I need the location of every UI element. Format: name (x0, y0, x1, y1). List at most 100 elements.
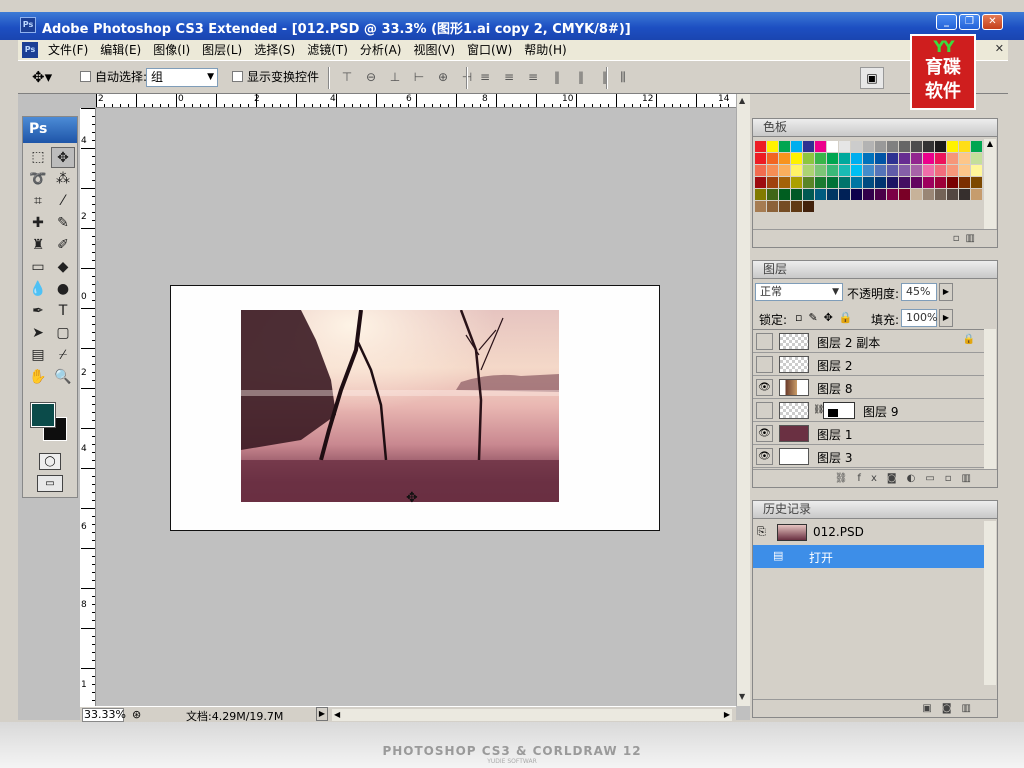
layer-visibility-toggle[interactable] (756, 402, 773, 419)
menu-analysis[interactable]: 分析(A) (354, 42, 408, 58)
color-swatch[interactable] (791, 177, 802, 188)
canvas-vertical-scrollbar[interactable]: ▲ ▼ (736, 94, 750, 706)
color-swatch[interactable] (803, 153, 814, 164)
color-swatch[interactable] (767, 165, 778, 176)
status-info-icon[interactable]: ⊛ (132, 708, 141, 721)
align-top-icon[interactable]: ⊤ (338, 70, 356, 84)
path-selection-tool-icon[interactable]: ➤ (26, 323, 50, 344)
eye-icon[interactable]: 👁 (756, 448, 773, 465)
magic-wand-tool-icon[interactable]: ⁂ (51, 169, 75, 190)
lake-photo-layer[interactable] (241, 310, 559, 502)
color-swatch[interactable] (815, 177, 826, 188)
color-swatch[interactable] (947, 141, 958, 152)
color-swatch[interactable] (839, 177, 850, 188)
fill-slider-button[interactable]: ▶ (939, 309, 953, 327)
color-swatch[interactable] (875, 153, 886, 164)
new-swatch-icon[interactable]: ▫ (953, 233, 966, 244)
new-group-icon[interactable]: ▭ (925, 473, 944, 484)
color-swatch[interactable] (755, 189, 766, 200)
color-swatch[interactable] (899, 177, 910, 188)
lasso-tool-icon[interactable]: ➰ (26, 169, 50, 190)
color-swatch[interactable] (851, 153, 862, 164)
minimize-button[interactable]: _ (936, 14, 957, 30)
scroll-right-icon[interactable]: ▶ (724, 710, 730, 719)
color-swatch[interactable] (851, 165, 862, 176)
color-swatch[interactable] (839, 141, 850, 152)
color-swatch[interactable] (803, 177, 814, 188)
color-swatch[interactable] (899, 189, 910, 200)
layers-scrollbar[interactable] (984, 329, 996, 469)
workspace-button[interactable]: ▣ (860, 67, 884, 89)
color-swatch[interactable] (911, 141, 922, 152)
show-transform-checkbox[interactable] (232, 71, 243, 82)
color-swatch[interactable] (911, 189, 922, 200)
color-swatch[interactable] (779, 141, 790, 152)
new-layer-icon[interactable]: ▫ (945, 473, 962, 484)
menu-select[interactable]: 选择(S) (248, 42, 301, 58)
color-swatch[interactable] (779, 177, 790, 188)
pen-tool-icon[interactable]: ✒ (26, 301, 50, 322)
color-swatch[interactable] (887, 141, 898, 152)
color-swatch[interactable] (935, 141, 946, 152)
color-swatch[interactable] (971, 153, 982, 164)
color-swatch[interactable] (827, 165, 838, 176)
menu-layer[interactable]: 图层(L) (196, 42, 248, 58)
lock-icons[interactable]: ▫✎✥🔒 (795, 311, 859, 324)
color-swatch[interactable] (887, 177, 898, 188)
move-tool-icon[interactable]: ✥ (51, 147, 75, 168)
document-icon[interactable]: Ps (22, 42, 38, 58)
color-swatch[interactable] (887, 153, 898, 164)
type-tool-icon[interactable]: T (51, 301, 75, 322)
color-swatch[interactable] (815, 141, 826, 152)
color-swatch[interactable] (959, 153, 970, 164)
color-swatch[interactable] (767, 141, 778, 152)
delete-swatch-icon[interactable]: ▥ (966, 233, 981, 244)
color-swatch[interactable] (935, 189, 946, 200)
notes-tool-icon[interactable]: ▤ (26, 345, 50, 366)
color-swatch[interactable] (923, 177, 934, 188)
color-swatch[interactable] (923, 153, 934, 164)
quick-mask-button[interactable]: ◯ (39, 453, 61, 470)
zoom-tool-icon[interactable]: 🔍 (51, 367, 75, 388)
color-swatch[interactable] (827, 189, 838, 200)
swatches-panel-title[interactable]: 色板 (753, 119, 997, 137)
color-swatch[interactable] (911, 177, 922, 188)
history-brush-icon[interactable]: ⎘ (757, 525, 766, 539)
color-swatch[interactable] (815, 189, 826, 200)
distribute-right-icon[interactable]: ‖ (596, 70, 614, 84)
color-swatch[interactable] (815, 153, 826, 164)
color-swatch[interactable] (839, 189, 850, 200)
hand-tool-icon[interactable]: ✋ (26, 367, 50, 388)
canvas-horizontal-scrollbar[interactable]: ◀ ▶ (332, 709, 732, 721)
paint-bucket-tool-icon[interactable]: ◆ (51, 257, 75, 278)
color-swatch[interactable] (911, 165, 922, 176)
color-swatch[interactable] (935, 177, 946, 188)
color-swatch[interactable] (875, 189, 886, 200)
color-swatch[interactable] (827, 153, 838, 164)
color-swatch[interactable] (899, 165, 910, 176)
color-swatch[interactable] (851, 141, 862, 152)
menu-file[interactable]: 文件(F) (42, 42, 94, 58)
eye-icon[interactable]: 👁 (756, 425, 773, 442)
color-swatch[interactable] (959, 189, 970, 200)
dodge-tool-icon[interactable]: ● (51, 279, 75, 300)
color-swatch[interactable] (947, 189, 958, 200)
color-swatch[interactable] (767, 153, 778, 164)
color-swatch[interactable] (755, 165, 766, 176)
layer-row[interactable]: 👁 图层 3 (753, 445, 985, 468)
menu-help[interactable]: 帮助(H) (518, 42, 572, 58)
color-swatch[interactable] (851, 177, 862, 188)
layer-row[interactable]: 👁 图层 1 (753, 422, 985, 445)
auto-select-checkbox[interactable] (80, 71, 91, 82)
layer-row[interactable]: 图层 2 (753, 353, 985, 376)
layer-visibility-toggle[interactable] (756, 356, 773, 373)
status-menu-arrow[interactable]: ▶ (316, 707, 328, 721)
opacity-slider-button[interactable]: ▶ (939, 283, 953, 301)
color-swatch[interactable] (791, 141, 802, 152)
color-swatch[interactable] (791, 189, 802, 200)
snapshot-icon[interactable]: ◙ (942, 703, 962, 714)
layers-panel-title[interactable]: 图层 (753, 261, 997, 279)
delete-state-icon[interactable]: ▥ (962, 703, 981, 714)
color-swatch[interactable] (875, 141, 886, 152)
color-swatch[interactable] (815, 165, 826, 176)
